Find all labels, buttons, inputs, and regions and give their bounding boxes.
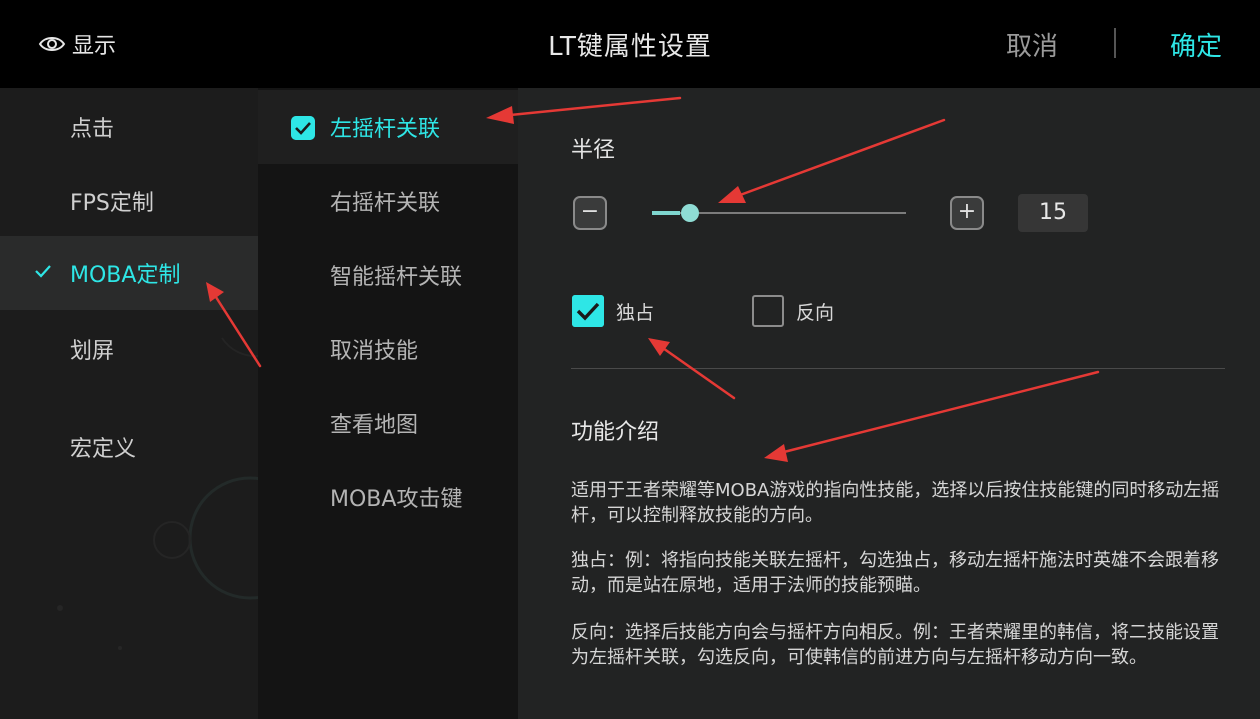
- top-bar: 显示 LT键属性设置 取消 确定: [0, 0, 1260, 88]
- subnav-item-label: 左摇杆关联: [330, 117, 441, 142]
- sidebar-item-label: 宏定义: [70, 437, 137, 462]
- checkbox-checked-icon: [572, 295, 604, 327]
- intro-paragraph: 独占：例：将指向技能关联左摇杆，勾选独占，移动左摇杆施法时英雄不会跟着移动，而是…: [571, 550, 1219, 596]
- page-title: LT键属性设置: [548, 32, 712, 62]
- subnav-item-label: 智能摇杆关联: [330, 265, 463, 290]
- settings-panel: 半径 − + 15 独占 反向 功能介绍 适用于王者荣耀等MOBA游戏的指向性技…: [518, 88, 1260, 719]
- exclusive-checkbox[interactable]: 独占: [572, 294, 654, 328]
- sidebar-item-label: 划屏: [70, 339, 115, 364]
- subnav-item-label: 取消技能: [330, 339, 419, 364]
- sidebar-item-swipe[interactable]: 划屏: [0, 312, 258, 386]
- sidebar-item-moba[interactable]: MOBA定制: [0, 236, 258, 310]
- checkmark-icon: [35, 265, 51, 278]
- slider-thumb[interactable]: [681, 204, 699, 222]
- sidebar-item-fps[interactable]: FPS定制: [0, 164, 258, 238]
- sidebar-item-macro[interactable]: 宏定义: [0, 410, 258, 484]
- reverse-checkbox[interactable]: 反向: [752, 294, 834, 328]
- intro-paragraph: 适用于王者荣耀等MOBA游戏的指向性技能，选择以后按住技能键的同时移动左摇杆，可…: [571, 480, 1220, 526]
- intro-paragraph: 反向：选择后技能方向会与摇杆方向相反。例：王者荣耀里的韩信，将二技能设置为左摇杆…: [571, 622, 1219, 668]
- checkbox-unchecked-icon: [752, 295, 784, 327]
- subnav-item-right-stick[interactable]: 右摇杆关联: [258, 164, 518, 238]
- subnav-item-label: MOBA攻击键: [330, 487, 463, 512]
- radius-value: 15: [1018, 194, 1088, 232]
- radius-slider[interactable]: [652, 200, 906, 226]
- radius-decrease-button[interactable]: −: [573, 196, 607, 230]
- reverse-label: 反向: [796, 301, 835, 324]
- subnav-item-left-stick[interactable]: 左摇杆关联: [258, 90, 518, 164]
- subnav-item-view-map[interactable]: 查看地图: [258, 386, 518, 460]
- subnav-item-label: 查看地图: [330, 413, 419, 438]
- radius-label: 半径: [571, 138, 616, 163]
- sidebar-item-label: 点击: [70, 117, 115, 142]
- sidebar-item-click[interactable]: 点击: [0, 90, 258, 164]
- exclusive-label: 独占: [616, 301, 655, 324]
- subnav-item-cancel-skill[interactable]: 取消技能: [258, 312, 518, 386]
- cancel-button[interactable]: 取消: [1006, 26, 1058, 63]
- sidebar-item-label: FPS定制: [70, 191, 154, 216]
- checkbox-checked-icon: [291, 116, 315, 140]
- section-divider: [571, 368, 1225, 369]
- intro-title: 功能介绍: [571, 420, 660, 445]
- slider-fill: [652, 211, 680, 215]
- header-divider: [1114, 28, 1116, 58]
- sidebar: 点击 FPS定制 MOBA定制 划屏 宏定义: [0, 88, 258, 719]
- subnav-item-smart-stick[interactable]: 智能摇杆关联: [258, 238, 518, 312]
- sidebar-item-label: MOBA定制: [70, 263, 181, 288]
- sub-navigation: 左摇杆关联 右摇杆关联 智能摇杆关联 取消技能 查看地图 MOBA攻击键: [258, 88, 518, 719]
- subnav-item-label: 右摇杆关联: [330, 191, 441, 216]
- subnav-item-moba-attack[interactable]: MOBA攻击键: [258, 460, 518, 534]
- radius-increase-button[interactable]: +: [950, 196, 984, 230]
- confirm-button[interactable]: 确定: [1170, 26, 1222, 63]
